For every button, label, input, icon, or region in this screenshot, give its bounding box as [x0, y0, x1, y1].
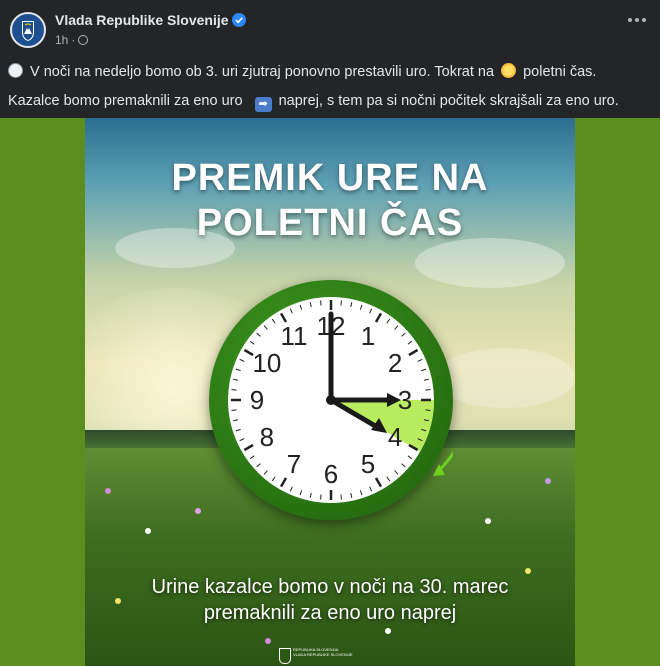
- clock-face: 121234567891011: [228, 297, 453, 503]
- clock-number: 2: [388, 348, 402, 378]
- poster-title: PREMIK URE NA POLETNI ČAS: [171, 157, 489, 244]
- clock-number: 10: [252, 348, 281, 378]
- more-options-button[interactable]: [628, 18, 646, 22]
- clock-tick: [231, 389, 237, 391]
- clock-number: 1: [361, 321, 375, 351]
- clock-number: 7: [287, 449, 301, 479]
- clock-number: 6: [324, 459, 338, 489]
- clock-number: 8: [260, 422, 274, 452]
- clock-emoji-icon: [8, 63, 23, 78]
- clock-tick: [340, 300, 342, 306]
- clock-tick: [425, 409, 431, 411]
- clock-tick: [320, 494, 322, 500]
- right-arrow-emoji-icon: ➡: [254, 97, 272, 112]
- clock-tick: [231, 409, 237, 411]
- clock-tick: [340, 494, 342, 500]
- forward-arrow-icon: [438, 450, 453, 472]
- government-logo-icon: [279, 648, 291, 664]
- post-header: Vlada Republike Slovenije 1h · V noči na…: [0, 0, 660, 118]
- flower: [105, 488, 111, 494]
- flower: [145, 528, 151, 534]
- flower: [485, 518, 491, 524]
- government-logo-text: REPUBLIKA SLOVENIJA VLADA REPUBLIKE SLOV…: [293, 647, 353, 657]
- post-text: V noči na nedeljo bomo ob 3. uri zjutraj…: [8, 58, 653, 116]
- page-avatar[interactable]: [10, 12, 46, 48]
- more-icon: [628, 18, 632, 22]
- timestamp[interactable]: 1h: [55, 33, 68, 47]
- verified-icon: [232, 13, 246, 27]
- clock-number: 11: [281, 321, 308, 351]
- cloud: [435, 348, 575, 408]
- clock-tick: [320, 300, 322, 306]
- post-image[interactable]: PREMIK URE NA POLETNI ČAS 12123456789101…: [0, 118, 660, 666]
- clock-number: 4: [388, 422, 402, 452]
- post-meta: 1h ·: [55, 33, 89, 47]
- clock-number: 9: [250, 385, 264, 415]
- flower: [385, 628, 391, 634]
- post-line-1: V noči na nedeljo bomo ob 3. uri zjutraj…: [8, 58, 653, 87]
- slovenia-coat-of-arms-icon: [22, 21, 34, 41]
- globe-icon: [78, 35, 89, 45]
- clock-tick: [425, 389, 431, 391]
- clock: 121234567891011: [209, 280, 453, 520]
- flower: [195, 508, 201, 514]
- page-name[interactable]: Vlada Republike Slovenije: [55, 12, 229, 28]
- sun-emoji-icon: [501, 63, 517, 78]
- poster-caption: Urine kazalce bomo v noči na 30. marec p…: [151, 576, 509, 624]
- clock-number: 5: [361, 449, 375, 479]
- post-line-2: Kazalce bomo premaknili za eno uro ➡ nap…: [8, 93, 619, 112]
- flower: [545, 478, 551, 484]
- poster: PREMIK URE NA POLETNI ČAS 12123456789101…: [85, 118, 575, 666]
- flower: [265, 638, 271, 644]
